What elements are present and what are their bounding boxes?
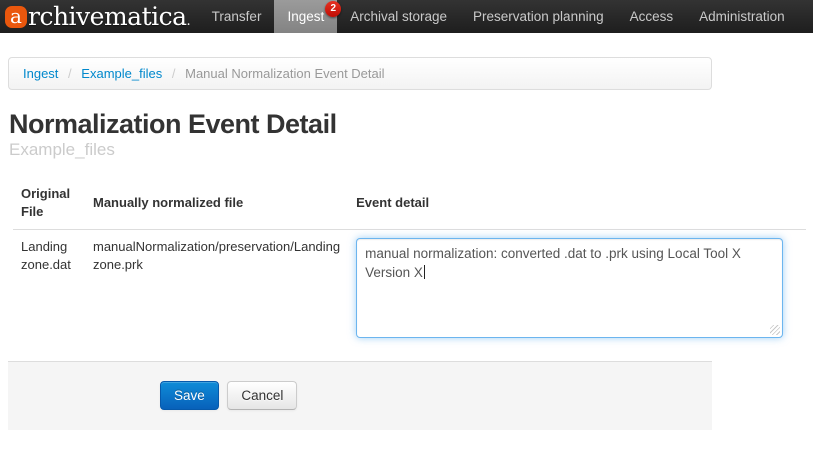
- nav-item-label: Access: [630, 9, 674, 24]
- normalized-file-cell: manualNormalization/preservation/Landing…: [85, 230, 348, 347]
- page-subtitle: Example_files: [9, 140, 813, 160]
- text-cursor: [424, 265, 425, 279]
- cancel-button[interactable]: Cancel: [227, 381, 297, 410]
- save-button[interactable]: Save: [160, 381, 219, 410]
- nav-item-label: Archival storage: [350, 9, 447, 24]
- breadcrumb-link-ingest[interactable]: Ingest: [23, 66, 58, 81]
- table-body: Landing zone.dat manualNormalization/pre…: [13, 230, 806, 347]
- breadcrumb: Ingest / Example_files / Manual Normaliz…: [8, 57, 712, 90]
- breadcrumb-current-page: Manual Normalization Event Detail: [185, 66, 384, 81]
- original-file-cell: Landing zone.dat: [13, 230, 85, 347]
- form-actions-bar: Save Cancel: [8, 361, 712, 430]
- column-header-event-detail: Event detail: [348, 177, 806, 230]
- nav-item-preservation-planning[interactable]: Preservation planning: [460, 0, 617, 33]
- main-nav: Transfer Ingest 2 Archival storage Prese…: [199, 0, 798, 33]
- resize-handle-icon[interactable]: [770, 325, 780, 335]
- nav-item-label: Transfer: [212, 9, 262, 24]
- nav-item-archival-storage[interactable]: Archival storage: [337, 0, 460, 33]
- nav-item-transfer[interactable]: Transfer: [199, 0, 275, 33]
- event-detail-text: manual normalization: converted .dat to …: [365, 246, 741, 280]
- event-detail-cell: manual normalization: converted .dat to …: [348, 230, 806, 347]
- page-title: Normalization Event Detail: [9, 109, 813, 139]
- table-row: Landing zone.dat manualNormalization/pre…: [13, 230, 806, 347]
- column-header-original-file: Original File: [13, 177, 85, 230]
- archivematica-a-icon: a: [5, 6, 27, 28]
- table-header-row: Original File Manually normalized file E…: [13, 177, 806, 230]
- archivematica-logo-text: rchivematica: [28, 4, 187, 29]
- nav-item-label: Administration: [699, 9, 785, 24]
- table-header: Original File Manually normalized file E…: [13, 177, 806, 230]
- top-navbar: archivematica. Transfer Ingest 2 Archiva…: [0, 0, 813, 33]
- archivematica-logo-dot: .: [187, 14, 191, 29]
- event-detail-textarea[interactable]: manual normalization: converted .dat to …: [356, 238, 783, 338]
- nav-item-label: Ingest: [287, 9, 324, 24]
- nav-item-label: Preservation planning: [473, 9, 604, 24]
- breadcrumb-divider: /: [166, 66, 182, 81]
- column-header-normalized-file: Manually normalized file: [85, 177, 348, 230]
- breadcrumb-divider: /: [62, 66, 78, 81]
- normalization-event-table: Original File Manually normalized file E…: [13, 177, 806, 346]
- nav-item-access[interactable]: Access: [617, 0, 687, 33]
- nav-item-administration[interactable]: Administration: [686, 0, 798, 33]
- nav-item-ingest[interactable]: Ingest 2: [274, 0, 337, 33]
- archivematica-logo[interactable]: archivematica.: [5, 0, 191, 33]
- breadcrumb-link-example-files[interactable]: Example_files: [81, 66, 162, 81]
